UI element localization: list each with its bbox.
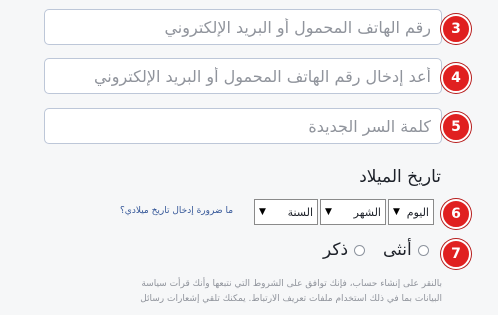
female-label: أنثى [383, 240, 412, 260]
terms-line-1: بالنقر على إنشاء حساب، فإنك توافق على ال… [141, 279, 442, 289]
mobile-email-input[interactable] [45, 10, 441, 44]
chevron-down-icon: ▼ [393, 207, 400, 217]
day-select-label: اليوم [406, 205, 429, 219]
month-select-label: الشهر [353, 205, 381, 219]
birthday-heading: تاريخ الميلاد [359, 167, 441, 187]
reenter-mobile-email-input[interactable] [45, 59, 441, 93]
terms-line-2: البيانات بما في ذلك استخدام ملفات تعريف … [140, 294, 442, 304]
terms-text: بالنقر على إنشاء حساب، فإنك توافق على ال… [80, 277, 442, 307]
male-label: ذكر [323, 240, 349, 260]
step-badge-3: 3 [441, 14, 471, 44]
mobile-email-field[interactable] [44, 9, 442, 45]
year-select-label: السنة [287, 205, 313, 219]
gender-female-option[interactable]: أنثى [383, 240, 429, 260]
step-badge-4: 4 [441, 63, 471, 93]
new-password-input[interactable] [45, 109, 441, 143]
chevron-down-icon: ▼ [325, 207, 332, 217]
step-badge-6: 6 [441, 199, 471, 229]
day-select[interactable]: اليوم ▼ [388, 199, 434, 225]
why-birthday-link[interactable]: ما ضرورة إدخال تاريخ ميلادي؟ [120, 206, 233, 216]
step-badge-5: 5 [441, 112, 471, 142]
female-radio[interactable] [417, 244, 429, 256]
step-badge-7: 7 [441, 239, 471, 269]
gender-male-option[interactable]: ذكر [323, 240, 366, 260]
reenter-mobile-email-field[interactable] [44, 58, 442, 94]
chevron-down-icon: ▼ [259, 207, 266, 217]
new-password-field[interactable] [44, 108, 442, 144]
year-select[interactable]: السنة ▼ [254, 199, 318, 225]
male-radio[interactable] [354, 244, 366, 256]
month-select[interactable]: الشهر ▼ [320, 199, 386, 225]
